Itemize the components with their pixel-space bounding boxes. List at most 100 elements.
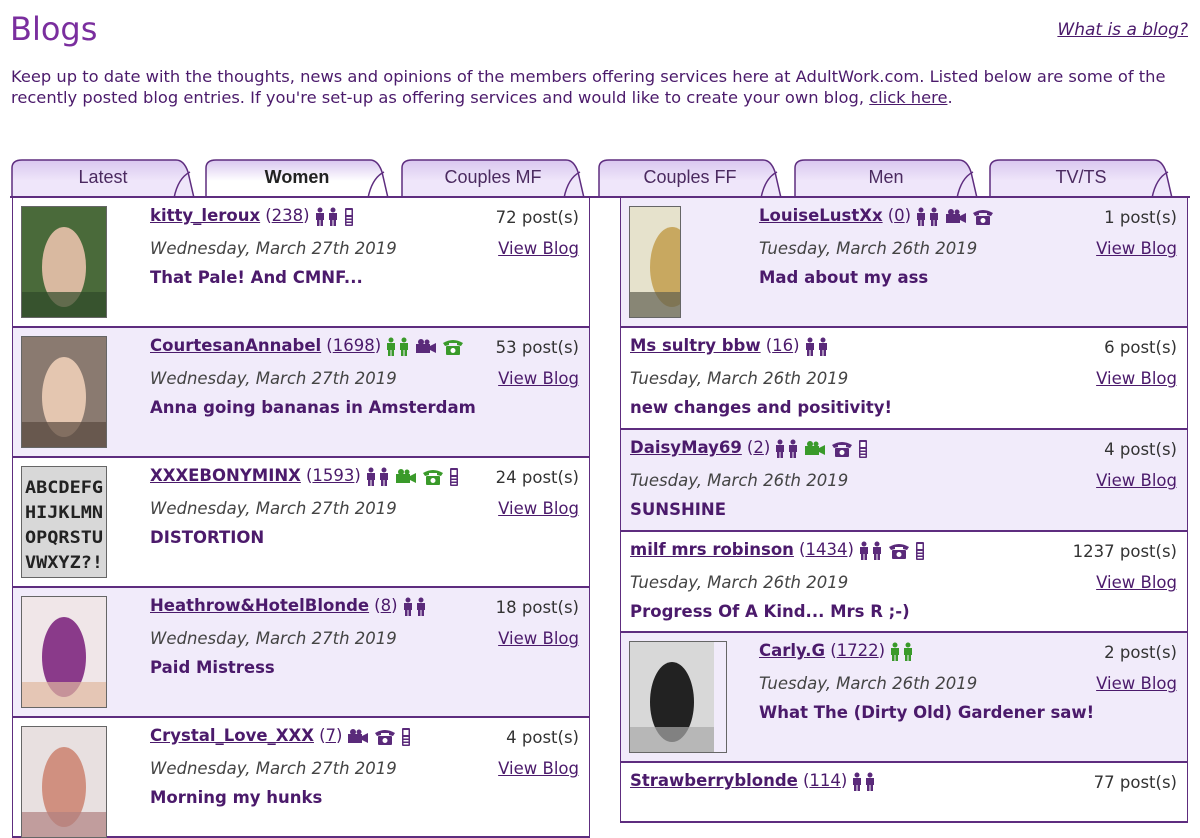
close-paren: ): [840, 771, 848, 790]
blog-entry: Carly.G (1722) 2 post(s) Tuesday, March 26…: [620, 633, 1188, 763]
member-name-link[interactable]: Strawberryblonde: [630, 771, 798, 790]
feedback-count-link[interactable]: 8: [381, 596, 392, 615]
post-count: 4 post(s): [1104, 440, 1177, 459]
member-name-link[interactable]: Carly.G: [759, 641, 825, 660]
people-icon: [774, 438, 803, 458]
service-icons: [804, 336, 833, 357]
member-thumbnail[interactable]: [21, 596, 107, 708]
blog-entry-title[interactable]: Morning my hunks: [150, 788, 322, 807]
blog-entry: CourtesanAnnabel (1698) 53 post(s) Wednesd…: [12, 328, 590, 458]
view-blog-link[interactable]: View Blog: [1096, 674, 1177, 693]
post-date: Tuesday, March 26th 2019: [759, 674, 978, 693]
blog-entry: Heathrow&HotelBlonde (8) 18 post(s) Wednes…: [12, 588, 590, 718]
member-name-link[interactable]: Crystal_Love_XXX: [150, 726, 314, 745]
feedback-count-link[interactable]: 0: [894, 206, 905, 225]
click-here-link[interactable]: click here: [869, 88, 947, 107]
service-icons: [851, 771, 880, 792]
view-blog-link[interactable]: View Blog: [498, 239, 579, 258]
blog-entry-title[interactable]: new changes and positivity!: [630, 398, 892, 417]
phone-icon: [421, 466, 448, 485]
member-name-link[interactable]: Ms sultry bbw: [630, 336, 761, 355]
blog-entry-title[interactable]: Anna going bananas in Amsterdam: [150, 398, 476, 417]
member-name-link[interactable]: kitty_leroux: [150, 206, 260, 225]
service-icons: [385, 336, 468, 357]
tab-latest[interactable]: Latest: [10, 158, 196, 198]
post-count: 4 post(s): [506, 728, 579, 747]
tab-couples-ff[interactable]: Couples FF: [597, 158, 783, 198]
camera-icon: [414, 336, 441, 355]
page-title: Blogs: [10, 10, 98, 48]
member-name-link[interactable]: Heathrow&HotelBlonde: [150, 596, 369, 615]
phone-icon: [830, 438, 857, 457]
blog-entry-title[interactable]: Paid Mistress: [150, 658, 275, 677]
feedback-count-link[interactable]: 238: [272, 206, 304, 225]
feedback-count-link[interactable]: 16: [772, 336, 793, 355]
member-name-link[interactable]: CourtesanAnnabel: [150, 336, 321, 355]
mobile-icon: [343, 206, 358, 226]
view-blog-link[interactable]: View Blog: [498, 499, 579, 518]
service-icons: [858, 540, 929, 561]
close-paren: ): [763, 438, 771, 457]
service-icons: [774, 438, 872, 459]
what-is-blog-link[interactable]: What is a blog?: [1057, 20, 1188, 40]
blog-entry-title[interactable]: Progress Of A Kind... Mrs R ;-): [630, 602, 910, 621]
feedback-count-link[interactable]: 1698: [333, 336, 375, 355]
people-icon: [915, 206, 944, 226]
member-name-link[interactable]: DaisyMay69: [630, 438, 742, 457]
post-date: Tuesday, March 26th 2019: [630, 369, 849, 388]
view-blog-link[interactable]: View Blog: [1096, 369, 1177, 388]
close-paren: ): [336, 726, 343, 745]
view-blog-link[interactable]: View Blog: [498, 629, 579, 648]
thumbnail-letter-line: OPQRSTU: [25, 528, 103, 548]
blog-entry: kitty_leroux (238) 72 post(s) Wednesday, M…: [12, 198, 590, 328]
tab-women[interactable]: Women: [204, 158, 390, 198]
blog-entry-title[interactable]: SUNSHINE: [630, 500, 726, 519]
camera-icon: [803, 438, 830, 457]
feedback-count-link[interactable]: 1434: [805, 540, 847, 559]
blog-entry-title[interactable]: What The (Dirty Old) Gardener saw!: [759, 703, 1094, 722]
tab-men[interactable]: Men: [793, 158, 979, 198]
service-icons: [365, 466, 463, 487]
tab-couples-mf[interactable]: Couples MF: [400, 158, 586, 198]
feedback-count-link[interactable]: 1722: [837, 641, 879, 660]
camera-icon: [346, 726, 373, 745]
member-thumbnail[interactable]: [629, 641, 727, 753]
feedback-count-link[interactable]: 114: [809, 771, 841, 790]
view-blog-link[interactable]: View Blog: [498, 759, 579, 778]
member-name-link[interactable]: LouiseLustXx: [759, 206, 883, 225]
tab-label: Women: [264, 167, 330, 187]
post-count: 24 post(s): [495, 468, 579, 487]
thumbnail-letter-line: VWXYZ?!: [25, 553, 103, 573]
member-thumbnail[interactable]: [21, 336, 107, 448]
feedback-count-link[interactable]: 7: [326, 726, 337, 745]
post-date: Wednesday, March 27th 2019: [150, 369, 397, 388]
blog-entry-title[interactable]: Mad about my ass: [759, 268, 928, 287]
thumbnail-letter-line: HIJKLMN: [25, 503, 103, 523]
member-name-link[interactable]: XXXEBONYMINX: [150, 466, 301, 485]
tab-label: Couples MF: [444, 167, 542, 187]
close-paren: ): [847, 540, 854, 559]
blog-entry-title[interactable]: That Pale! And CMNF...: [150, 268, 363, 287]
people-icon: [402, 596, 431, 616]
close-paren: ): [354, 466, 361, 485]
view-blog-link[interactable]: View Blog: [1096, 573, 1177, 592]
post-count: 1 post(s): [1104, 208, 1177, 227]
view-blog-link[interactable]: View Blog: [1096, 239, 1177, 258]
phone-icon: [373, 726, 400, 745]
intro-text: Keep up to date with the thoughts, news …: [11, 67, 1166, 107]
member-thumbnail[interactable]: [629, 206, 681, 318]
feedback-count-link[interactable]: 1593: [312, 466, 354, 485]
view-blog-link[interactable]: View Blog: [1096, 471, 1177, 490]
service-icons: [346, 726, 415, 747]
post-date: Tuesday, March 26th 2019: [630, 573, 849, 592]
member-thumbnail[interactable]: [21, 726, 107, 838]
view-blog-link[interactable]: View Blog: [498, 369, 579, 388]
close-paren: ): [793, 336, 800, 355]
tab-tv-ts[interactable]: TV/TS: [988, 158, 1174, 198]
feedback-count-link[interactable]: 2: [753, 438, 764, 457]
member-name-link[interactable]: milf mrs robinson: [630, 540, 794, 559]
member-thumbnail[interactable]: ABCDEFG HIJKLMN OPQRSTU VWXYZ?!: [21, 466, 107, 578]
member-thumbnail[interactable]: [21, 206, 107, 318]
intro-end: .: [947, 88, 953, 107]
blog-entry-title[interactable]: DISTORTION: [150, 528, 264, 547]
